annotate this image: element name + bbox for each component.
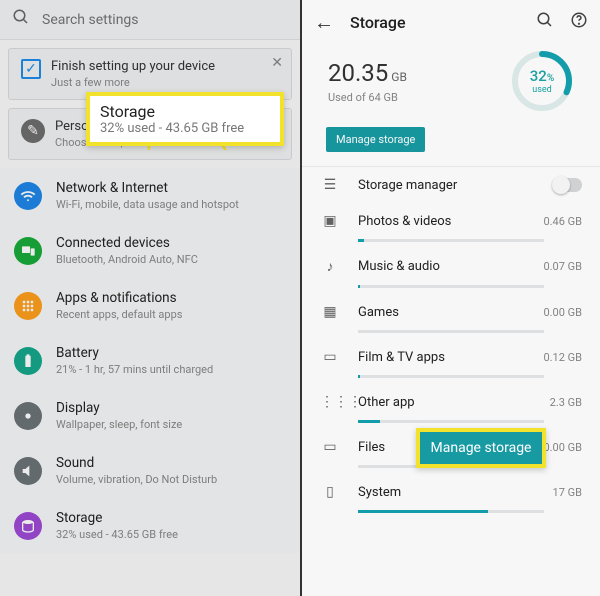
storage-icon <box>14 512 42 540</box>
category-progress <box>358 375 544 378</box>
row-sub: Volume, vibration, Do Not Disturb <box>56 473 217 486</box>
category-progress <box>358 510 544 513</box>
row-title: Network & Internet <box>56 180 239 196</box>
category-value: 0.46 GB <box>543 215 582 228</box>
row-sub: Bluetooth, Android Auto, NFC <box>56 253 198 266</box>
setup-icon: ✓ <box>21 59 41 79</box>
category-progress <box>358 285 544 288</box>
storage-header: ← Storage <box>302 0 600 45</box>
settings-row-volume[interactable]: Sound Volume, vibration, Do Not Disturb <box>0 443 300 498</box>
help-icon[interactable] <box>570 11 588 34</box>
settings-row-display[interactable]: Display Wallpaper, sleep, font size <box>0 388 300 443</box>
category-row[interactable]: ▣ Photos & videos 0.46 GB <box>302 203 600 239</box>
category-row[interactable]: ▭ Film & TV apps 0.12 GB <box>302 339 600 375</box>
apps-icon <box>14 292 42 320</box>
row-sub: Wi-Fi, mobile, data usage and hotspot <box>56 198 239 211</box>
settings-row-apps[interactable]: Apps & notifications Recent apps, defaul… <box>0 278 300 333</box>
row-label: Storage manager <box>358 178 552 193</box>
pct-label: used <box>532 85 551 95</box>
back-icon[interactable]: ← <box>314 10 334 35</box>
display-icon <box>14 402 42 430</box>
pct-unit: % <box>547 73 554 84</box>
category-icon: ▣ <box>320 213 340 229</box>
battery-icon <box>14 347 42 375</box>
search-input[interactable] <box>42 12 288 28</box>
pct-value: 32 <box>530 67 547 85</box>
category-icon: ▦ <box>320 304 340 320</box>
category-label: System <box>358 485 553 500</box>
storage-manager-toggle[interactable] <box>552 178 582 192</box>
volume-icon <box>14 457 42 485</box>
category-value: 0.00 GB <box>543 306 582 319</box>
category-progress <box>358 239 544 242</box>
storage-callout: Storage 32% used - 43.65 GB free <box>86 92 284 146</box>
row-sub: 32% used - 43.65 GB free <box>56 528 178 541</box>
card-title: Finish setting up your device <box>21 59 279 74</box>
category-value: 2.3 GB <box>550 396 582 409</box>
category-label: Games <box>358 305 543 320</box>
category-icon: ▯ <box>320 484 340 500</box>
wifi-icon <box>14 182 42 210</box>
category-label: Film & TV apps <box>358 350 543 365</box>
category-icon: ⋮⋮⋮ <box>320 394 340 410</box>
row-title: Apps & notifications <box>56 290 182 306</box>
row-title: Connected devices <box>56 235 198 251</box>
category-value: 0.00 GB <box>543 441 582 454</box>
settings-row-wifi[interactable]: Network & Internet Wi-Fi, mobile, data u… <box>0 168 300 223</box>
page-title: Storage <box>350 13 520 32</box>
category-icon: ▭ <box>320 439 340 455</box>
search-icon[interactable] <box>536 11 554 34</box>
category-row[interactable]: ♪ Music & audio 0.07 GB <box>302 248 600 285</box>
row-title: Storage <box>56 510 178 526</box>
row-title: Sound <box>56 455 217 471</box>
list-icon: ☰ <box>320 177 340 193</box>
settings-row-storage[interactable]: Storage 32% used - 43.65 GB free <box>0 498 300 553</box>
search-icon <box>12 8 30 31</box>
row-sub: Wallpaper, sleep, font size <box>56 418 182 431</box>
close-icon[interactable]: ✕ <box>271 55 283 71</box>
row-title: Battery <box>56 345 213 361</box>
used-sub: Used of 64 GB <box>328 91 407 104</box>
category-label: Photos & videos <box>358 214 543 229</box>
storage-panel: ← Storage 20.35GB Used of 64 GB 32%used … <box>302 0 600 596</box>
category-icon: ▭ <box>320 349 340 365</box>
usage-ring: 32%used <box>510 49 574 113</box>
category-icon: ♪ <box>320 258 340 275</box>
callout-sub: 32% used - 43.65 GB free <box>100 121 270 136</box>
manage-storage-callout: Manage storage <box>416 428 546 468</box>
devices-icon <box>14 237 42 265</box>
usage-summary: 20.35GB Used of 64 GB 32%used <box>302 45 600 123</box>
used-unit: GB <box>391 70 407 84</box>
category-progress <box>358 420 544 423</box>
category-value: 0.12 GB <box>543 351 582 364</box>
storage-manager-row[interactable]: ☰ Storage manager <box>302 166 600 203</box>
category-progress <box>358 330 544 333</box>
row-sub: 21% - 1 hr, 57 mins until charged <box>56 363 213 376</box>
category-row[interactable]: ▯ System 17 GB <box>302 474 600 510</box>
row-title: Display <box>56 400 182 416</box>
callout-title: Manage storage <box>430 440 532 456</box>
category-label: Other app <box>358 395 550 410</box>
category-row[interactable]: ⋮⋮⋮ Other app 2.3 GB <box>302 384 600 420</box>
used-value: 20.35 <box>328 59 388 87</box>
callout-title: Storage <box>100 102 270 121</box>
manage-storage-button[interactable]: Manage storage <box>326 127 425 152</box>
search-bar[interactable] <box>0 0 300 40</box>
category-row[interactable]: ▦ Games 0.00 GB <box>302 294 600 330</box>
pencil-icon: ✎ <box>21 119 45 143</box>
row-sub: Recent apps, default apps <box>56 308 182 321</box>
card-sub: Just a few more <box>21 76 279 89</box>
settings-panel: ✓ ✕ Finish setting up your device Just a… <box>0 0 300 596</box>
settings-row-devices[interactable]: Connected devices Bluetooth, Android Aut… <box>0 223 300 278</box>
category-value: 17 GB <box>553 486 582 499</box>
category-label: Music & audio <box>358 259 543 274</box>
category-value: 0.07 GB <box>543 260 582 273</box>
settings-row-battery[interactable]: Battery 21% - 1 hr, 57 mins until charge… <box>0 333 300 388</box>
